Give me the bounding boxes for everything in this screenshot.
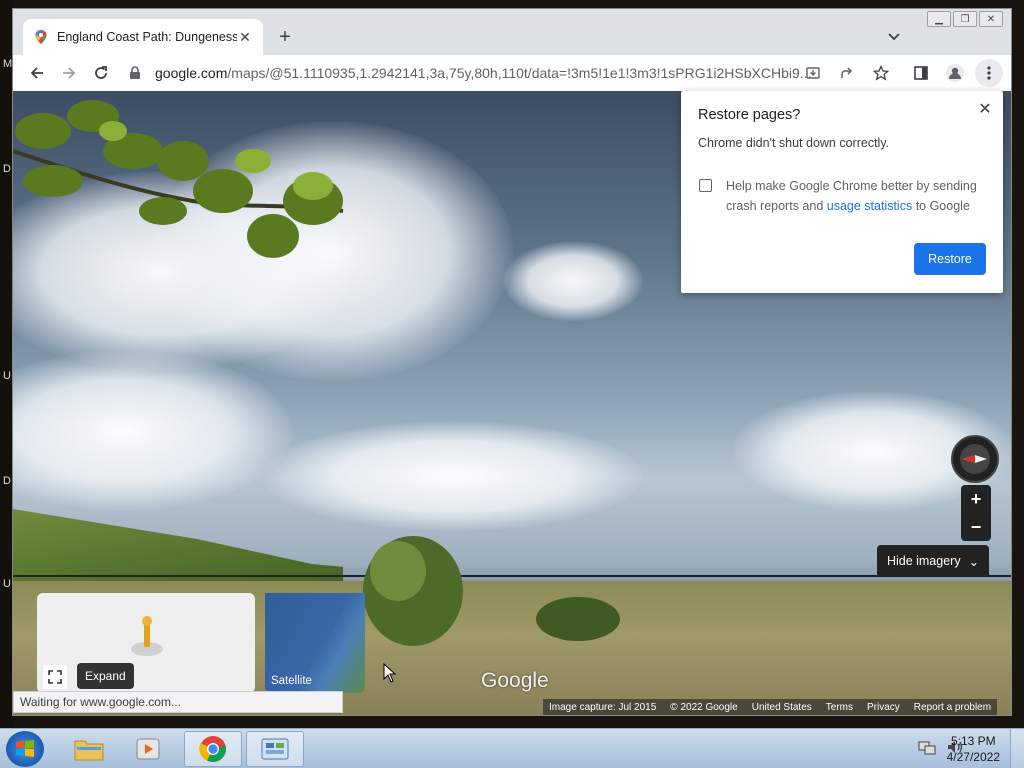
cloud bbox=[263, 421, 643, 531]
browser-toolbar: google.com/maps/@51.1110935,1.2942141,3a… bbox=[13, 55, 1011, 91]
region-link[interactable]: United States bbox=[752, 702, 812, 713]
hide-imagery-button[interactable]: Hide imagery ⌄ bbox=[877, 545, 989, 577]
hide-imagery-label: Hide imagery bbox=[886, 554, 961, 568]
media-player-taskbar-button[interactable] bbox=[120, 731, 178, 767]
satellite-label: Satellite bbox=[271, 675, 312, 687]
desktop-label: U bbox=[3, 578, 11, 590]
clock-time: 5:13 PM bbox=[950, 734, 996, 748]
bookmark-star-icon[interactable] bbox=[867, 59, 895, 87]
close-window-icon[interactable]: ✕ bbox=[979, 11, 1003, 27]
shrub bbox=[536, 597, 620, 641]
close-dialog-icon[interactable]: ✕ bbox=[977, 101, 993, 118]
network-icon[interactable] bbox=[918, 739, 936, 755]
expand-icon[interactable] bbox=[43, 665, 67, 689]
menu-kebab-icon[interactable] bbox=[975, 59, 1003, 87]
folder-icon bbox=[74, 740, 104, 761]
minimap[interactable]: Expand bbox=[37, 593, 255, 693]
google-logo: Google bbox=[481, 669, 549, 692]
zoom-in-button[interactable]: + bbox=[971, 489, 982, 510]
usage-statistics-link[interactable]: usage statistics bbox=[827, 199, 912, 213]
tab-title: England Coast Path: Dungeness bbox=[57, 30, 237, 44]
image-capture-date: Image capture: Jul 2015 bbox=[549, 701, 657, 713]
url-host: google.com bbox=[155, 65, 228, 81]
clock-date: 4/27/2022 bbox=[946, 750, 1000, 764]
minimize-icon[interactable]: ▁ bbox=[927, 11, 951, 27]
expand-tooltip: Expand bbox=[77, 663, 134, 689]
tab-strip: England Coast Path: Dungeness ✕ + ▁ ❐ ✕ bbox=[13, 9, 1011, 55]
satellite-toggle[interactable]: Satellite bbox=[265, 593, 365, 693]
bush bbox=[363, 536, 463, 646]
restore-window-icon[interactable]: ❐ bbox=[953, 11, 977, 27]
dialog-message: Chrome didn't shut down correctly. bbox=[698, 136, 890, 150]
zoom-out-button[interactable]: − bbox=[971, 517, 982, 538]
desktop-label: M bbox=[3, 58, 13, 70]
new-tab-icon[interactable]: + bbox=[275, 26, 295, 48]
media-player-icon bbox=[136, 738, 160, 760]
tab-search-chevron-icon[interactable] bbox=[885, 27, 903, 45]
control-panel-taskbar-button[interactable] bbox=[246, 731, 304, 767]
install-app-icon[interactable] bbox=[799, 59, 827, 87]
profile-avatar-icon[interactable] bbox=[941, 59, 969, 87]
windows-logo-icon bbox=[16, 740, 34, 757]
taskbar-clock[interactable]: 5:13 PM 4/27/2022 bbox=[947, 733, 1000, 765]
show-desktop-button[interactable] bbox=[1010, 729, 1024, 768]
windows-taskbar: 5:13 PM 4/27/2022 bbox=[0, 728, 1024, 768]
tree-leaves bbox=[13, 100, 344, 258]
side-panel-icon[interactable] bbox=[907, 59, 935, 87]
privacy-link[interactable]: Privacy bbox=[867, 702, 900, 713]
control-panel-icon bbox=[261, 738, 289, 760]
cloud bbox=[503, 241, 643, 321]
restore-button[interactable]: Restore bbox=[914, 243, 986, 275]
chrome-taskbar-button[interactable] bbox=[184, 731, 242, 767]
chrome-window: England Coast Path: Dungeness ✕ + ▁ ❐ ✕ … bbox=[12, 8, 1012, 716]
close-tab-icon[interactable]: ✕ bbox=[237, 29, 253, 45]
mouse-cursor-icon bbox=[383, 663, 397, 683]
url-path: /maps/@51.1110935,1.2942141,3a,75y,80h,1… bbox=[227, 65, 812, 81]
tab-maps[interactable]: England Coast Path: Dungeness ✕ bbox=[23, 19, 263, 55]
terms-link[interactable]: Terms bbox=[826, 702, 853, 713]
compass-icon[interactable] bbox=[951, 435, 999, 483]
forward-icon[interactable] bbox=[55, 59, 83, 87]
back-icon[interactable] bbox=[23, 59, 51, 87]
map-footer: Image capture: Jul 2015 © 2022 Google Un… bbox=[543, 699, 998, 715]
copyright-text: © 2022 Google bbox=[670, 701, 738, 713]
file-explorer-taskbar-button[interactable] bbox=[60, 731, 118, 767]
crash-reports-label: Help make Google Chrome better by sendin… bbox=[726, 176, 986, 216]
address-bar[interactable]: google.com/maps/@51.1110935,1.2942141,3a… bbox=[125, 59, 905, 87]
lock-icon[interactable] bbox=[125, 65, 145, 81]
crash-reports-checkbox[interactable] bbox=[699, 179, 712, 192]
window-controls: ▁ ❐ ✕ bbox=[927, 11, 1003, 27]
toolbar-actions bbox=[799, 59, 1003, 87]
chrome-icon bbox=[199, 736, 226, 762]
dialog-title: Restore pages? bbox=[698, 107, 801, 123]
desktop-label: U bbox=[3, 370, 11, 382]
share-icon[interactable] bbox=[833, 59, 861, 87]
double-chevron-down-icon: ⌄ bbox=[968, 554, 980, 569]
status-bubble: Waiting for www.google.com... bbox=[13, 691, 343, 713]
crash-reports-text-end: to Google bbox=[912, 199, 970, 213]
reload-icon[interactable] bbox=[87, 59, 115, 87]
restore-pages-dialog: Restore pages? ✕ Chrome didn't shut down… bbox=[681, 91, 1003, 293]
zoom-control: + − bbox=[961, 485, 991, 541]
horizon-line bbox=[13, 575, 1011, 577]
report-problem-link[interactable]: Report a problem bbox=[914, 702, 991, 713]
start-button[interactable] bbox=[6, 731, 44, 767]
pegman-icon[interactable] bbox=[130, 613, 164, 657]
desktop-label: D bbox=[3, 163, 11, 175]
maps-pin-icon bbox=[35, 30, 47, 44]
cloud bbox=[13, 351, 293, 511]
desktop-label: D bbox=[3, 475, 11, 487]
url-text: google.com/maps/@51.1110935,1.2942141,3a… bbox=[155, 65, 811, 81]
